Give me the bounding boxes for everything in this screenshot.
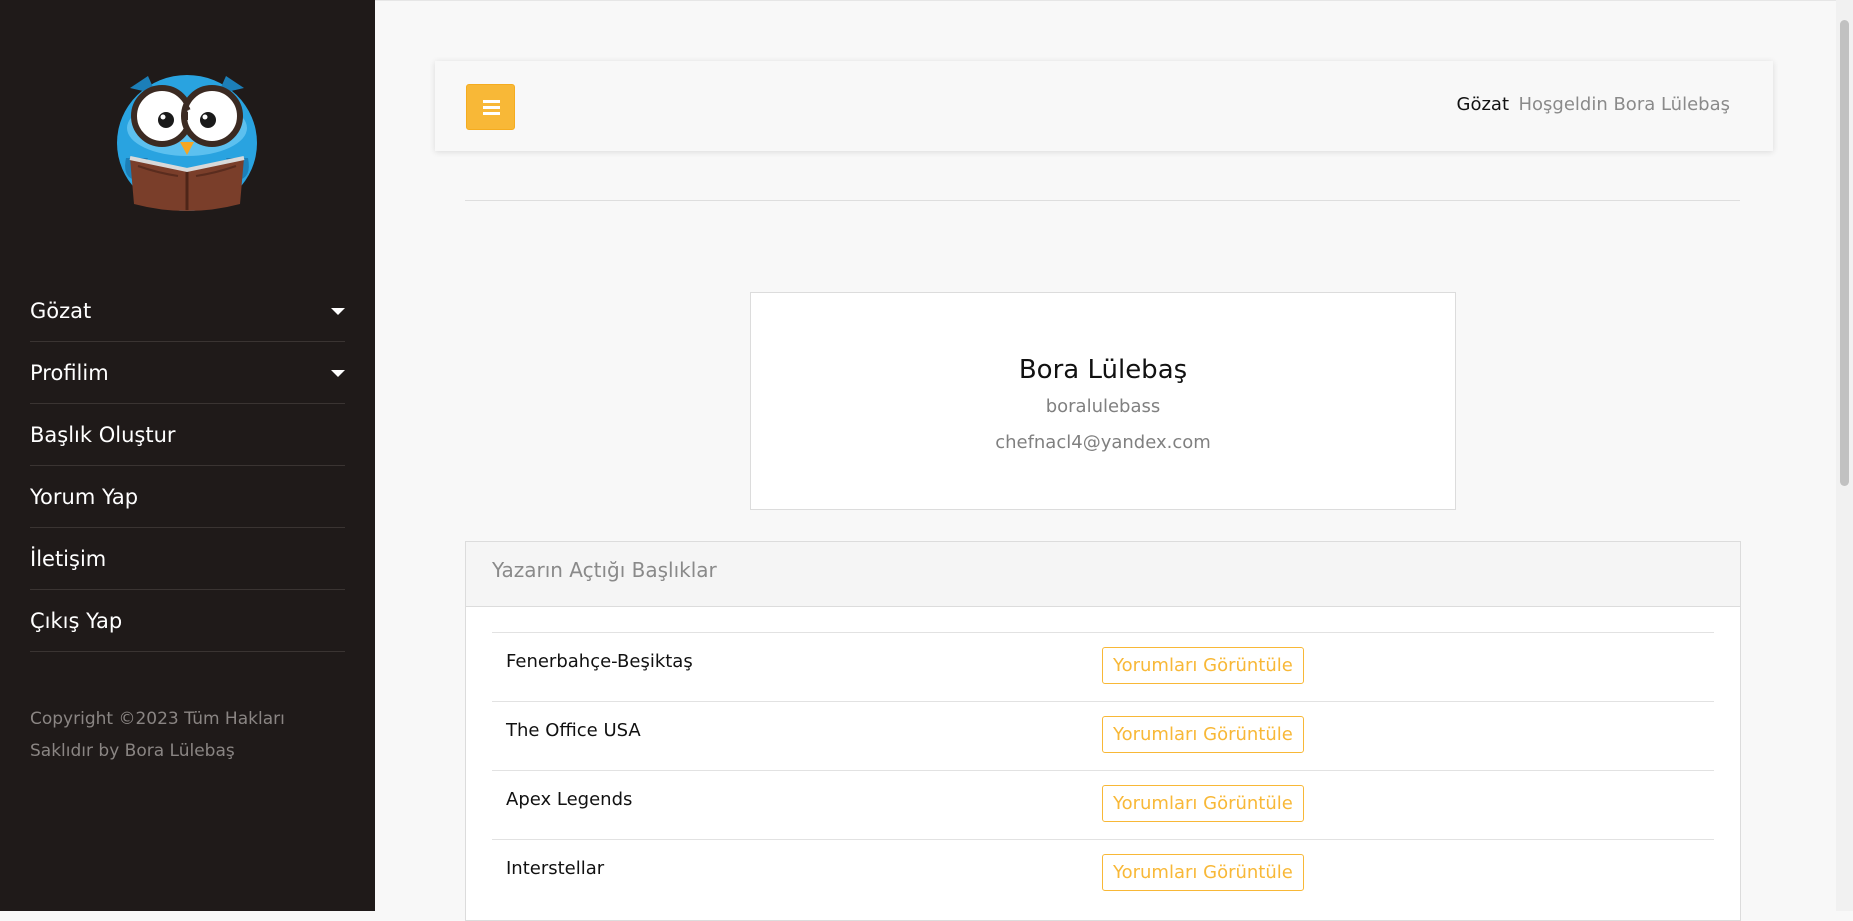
top-navbar: Gözat Hoşgeldin Bora Lülebaş bbox=[435, 61, 1773, 151]
sidebar-item-logout[interactable]: Çıkış Yap bbox=[30, 590, 345, 652]
profile-name: Bora Lülebaş bbox=[1018, 355, 1188, 385]
sidebar-item-label: Profilim bbox=[30, 361, 109, 385]
sidebar-item-label: İletişim bbox=[30, 547, 107, 571]
table-row: Fenerbahçe-Beşiktaş Yorumları Görüntüle bbox=[492, 632, 1714, 701]
topic-title: The Office USA bbox=[506, 720, 641, 741]
sidebar-item-label: Gözat bbox=[30, 299, 92, 323]
sidebar-item-label: Başlık Oluştur bbox=[30, 423, 176, 447]
sidebar-item-contact[interactable]: İletişim bbox=[30, 528, 345, 590]
sidebar-item-comment[interactable]: Yorum Yap bbox=[30, 466, 345, 528]
profile-card: Bora Lülebaş boralulebass chefnacl4@yand… bbox=[750, 292, 1456, 510]
view-comments-button[interactable]: Yorumları Görüntüle bbox=[1102, 716, 1304, 753]
copyright-line: Copyright ©2023 Tüm Hakları bbox=[30, 709, 285, 729]
topic-title: Apex Legends bbox=[506, 789, 633, 810]
sidebar-item-browse[interactable]: Gözat bbox=[30, 280, 345, 342]
profile-username: boralulebass bbox=[1045, 396, 1161, 417]
copyright-text: Copyright ©2023 Tüm Hakları Saklıdır by … bbox=[30, 703, 330, 767]
page-scrollbar[interactable] bbox=[1836, 0, 1853, 911]
sidebar: Gözat Profilim Başlık Oluştur Yorum Yap … bbox=[0, 0, 375, 911]
caret-down-icon bbox=[331, 370, 345, 377]
copyright-line: Saklıdır by Bora Lülebaş bbox=[30, 741, 235, 761]
caret-down-icon bbox=[331, 308, 345, 315]
topics-card: Yazarın Açtığı Başlıklar Fenerbahçe-Beşi… bbox=[465, 541, 1741, 921]
view-comments-button[interactable]: Yorumları Görüntüle bbox=[1102, 785, 1304, 822]
owl-logo bbox=[108, 58, 266, 216]
topics-header: Yazarın Açtığı Başlıklar bbox=[466, 542, 1740, 607]
sidebar-item-label: Çıkış Yap bbox=[30, 609, 123, 633]
table-row: Apex Legends Yorumları Görüntüle bbox=[492, 770, 1714, 839]
nav-link-welcome[interactable]: Hoşgeldin Bora Lülebaş bbox=[1518, 94, 1730, 115]
sidebar-menu: Gözat Profilim Başlık Oluştur Yorum Yap … bbox=[30, 280, 345, 652]
topics-list: Fenerbahçe-Beşiktaş Yorumları Görüntüle … bbox=[492, 632, 1714, 908]
sidebar-item-create-topic[interactable]: Başlık Oluştur bbox=[30, 404, 345, 466]
scrollbar-thumb[interactable] bbox=[1840, 20, 1849, 486]
sidebar-item-label: Yorum Yap bbox=[30, 485, 139, 509]
topic-title: Interstellar bbox=[506, 858, 605, 879]
main-content: Gözat Hoşgeldin Bora Lülebaş Bora Lüleba… bbox=[375, 0, 1853, 921]
topic-title: Fenerbahçe-Beşiktaş bbox=[506, 651, 693, 672]
sidebar-item-profile[interactable]: Profilim bbox=[30, 342, 345, 404]
sidebar-toggle-button[interactable] bbox=[466, 84, 515, 130]
table-row: Interstellar Yorumları Görüntüle bbox=[492, 839, 1714, 908]
view-comments-button[interactable]: Yorumları Görüntüle bbox=[1102, 647, 1304, 684]
profile-email: chefnacl4@yandex.com bbox=[995, 432, 1211, 453]
nav-link-browse[interactable]: Gözat bbox=[1457, 94, 1510, 115]
divider bbox=[465, 200, 1740, 201]
view-comments-button[interactable]: Yorumları Görüntüle bbox=[1102, 854, 1304, 891]
table-row: The Office USA Yorumları Görüntüle bbox=[492, 701, 1714, 770]
